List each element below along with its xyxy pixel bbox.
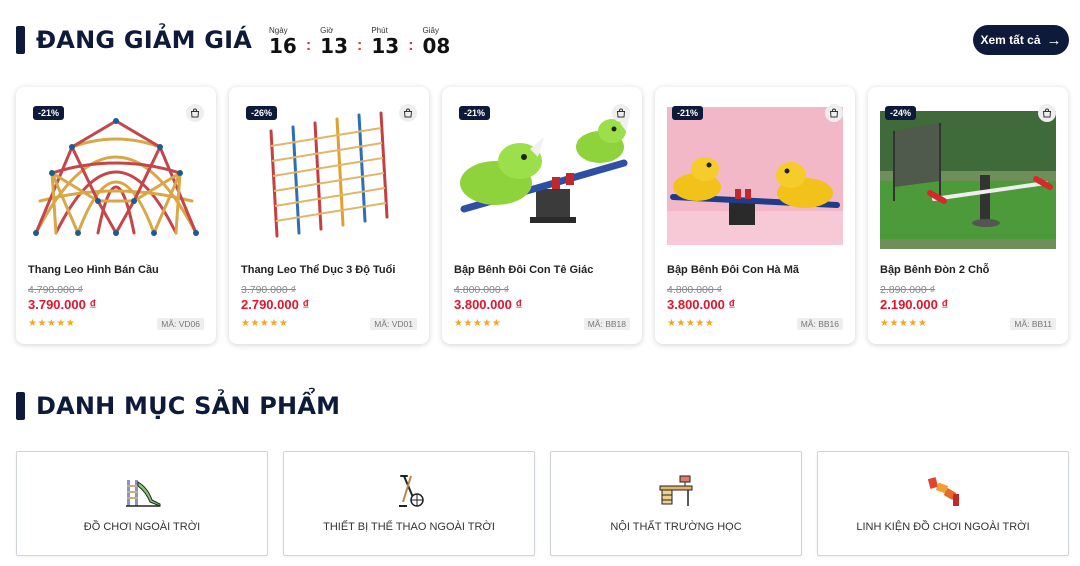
discount-badge: -21% xyxy=(33,106,65,120)
product-old-price: 2.890.000 ₫ xyxy=(880,284,936,296)
product-code: MÃ: VD01 xyxy=(370,318,417,330)
product-code: MÃ: BB18 xyxy=(583,318,630,330)
shopping-bag-icon[interactable] xyxy=(1038,104,1056,122)
product-price: 2.190.000 ₫ xyxy=(880,297,949,312)
countdown-seconds: Giây 08 xyxy=(423,26,451,57)
product-code: MÃ: VD06 xyxy=(157,318,204,330)
discount-badge: -21% xyxy=(459,106,491,120)
countdown-hours: Giờ 13 xyxy=(320,26,348,57)
product-card[interactable]: -24% Bập Bênh Đòn 2 Chỗ 2.890.000 ₫ 2.19… xyxy=(868,87,1068,344)
playground-parts-icon xyxy=(923,472,963,510)
star-rating: ★★★★★ xyxy=(241,318,289,329)
product-card[interactable]: -21% Bập Bênh Đôi Con Hà Mã 4.800.000 ₫ … xyxy=(655,87,855,344)
product-code: MÃ: BB11 xyxy=(1010,318,1056,330)
category-section-title: DANH MỤC SẢN PHẨM xyxy=(16,392,340,420)
view-all-button[interactable]: Xem tất cả → xyxy=(973,25,1069,55)
product-name[interactable]: Bập Bênh Đòn 2 Chỗ xyxy=(880,264,989,276)
product-price: 3.790.000 ₫ xyxy=(28,297,97,312)
title-accent-bar xyxy=(16,392,25,420)
discount-badge: -24% xyxy=(885,106,917,120)
countdown-separator: : xyxy=(305,37,312,54)
product-name[interactable]: Thang Leo Thể Dục 3 Độ Tuổi xyxy=(241,264,395,276)
view-all-label: Xem tất cả xyxy=(980,33,1041,47)
discount-badge: -26% xyxy=(246,106,278,120)
category-outdoor-toys[interactable]: ĐỒ CHƠI NGOÀI TRỜI xyxy=(16,451,268,556)
product-card[interactable]: -21% Thang Leo Hình Bán Cầu 4.790.000 ₫ … xyxy=(16,87,216,344)
category-label: ĐỒ CHƠI NGOÀI TRỜI xyxy=(83,521,201,533)
countdown-value: 13 xyxy=(371,34,400,58)
product-old-price: 3.790.000 ₫ xyxy=(241,284,297,296)
countdown-days: Ngày 16 xyxy=(269,26,297,57)
shopping-bag-icon[interactable] xyxy=(399,104,417,122)
product-card[interactable]: -26% Thang Leo Thể Dục 3 Độ Tuổi 3.790.0… xyxy=(229,87,429,344)
product-old-price: 4.790.000 ₫ xyxy=(28,284,84,296)
category-label: THIẾT BỊ THỂ THAO NGOÀI TRỜI xyxy=(323,521,495,533)
countdown-value: 08 xyxy=(422,34,451,58)
arrow-right-icon: → xyxy=(1046,31,1062,49)
category-school-furniture[interactable]: NỘI THẤT TRƯỜNG HỌC xyxy=(550,451,802,556)
star-rating: ★★★★★ xyxy=(28,318,76,329)
countdown-timer: Ngày 16 : Giờ 13 : Phút 13 : Giây 08 xyxy=(269,26,450,57)
sale-section-title: ĐANG GIẢM GIÁ xyxy=(16,26,252,54)
sports-equipment-icon xyxy=(389,472,429,510)
sale-product-list: -21% Thang Leo Hình Bán Cầu 4.790.000 ₫ … xyxy=(16,87,1068,344)
category-list: ĐỒ CHƠI NGOÀI TRỜI THIẾT BỊ THỂ THAO NGO… xyxy=(16,451,1069,556)
countdown-value: 16 xyxy=(269,34,297,58)
countdown-separator: : xyxy=(408,37,414,54)
category-label: NỘI THẤT TRƯỜNG HỌC xyxy=(610,521,742,533)
school-desk-icon xyxy=(656,472,696,510)
product-image-hippo-seesaw[interactable] xyxy=(667,101,843,249)
product-image-dome-climber[interactable] xyxy=(28,101,204,249)
discount-badge: -21% xyxy=(672,106,704,120)
product-code: MÃ: BB16 xyxy=(796,318,843,330)
title-accent-bar xyxy=(16,26,25,54)
product-image-rhino-seesaw[interactable] xyxy=(454,101,630,249)
product-image-climbing-ladder[interactable] xyxy=(241,101,417,249)
product-name[interactable]: Bập Bênh Đôi Con Hà Mã xyxy=(667,264,799,276)
product-old-price: 4.800.000 ₫ xyxy=(454,284,510,296)
star-rating: ★★★★★ xyxy=(667,318,715,329)
category-outdoor-sports-equipment[interactable]: THIẾT BỊ THỂ THAO NGOÀI TRỜI xyxy=(283,451,535,556)
shopping-bag-icon[interactable] xyxy=(825,104,843,122)
slide-icon xyxy=(122,472,162,510)
countdown-separator: : xyxy=(357,37,363,54)
countdown-minutes: Phút 13 xyxy=(371,26,399,57)
product-old-price: 4.800.000 ₫ xyxy=(667,284,723,296)
product-name[interactable]: Thang Leo Hình Bán Cầu xyxy=(28,264,159,276)
category-title-text: DANH MỤC SẢN PHẨM xyxy=(36,392,341,420)
star-rating: ★★★★★ xyxy=(454,318,502,329)
product-name[interactable]: Bập Bênh Đôi Con Tê Giác xyxy=(454,264,593,276)
product-image-two-seat-seesaw[interactable] xyxy=(880,101,1056,249)
category-outdoor-toy-parts[interactable]: LINH KIỆN ĐỒ CHƠI NGOÀI TRỜI xyxy=(817,451,1069,556)
sale-title-text: ĐANG GIẢM GIÁ xyxy=(36,26,253,54)
shopping-bag-icon[interactable] xyxy=(186,104,204,122)
shopping-bag-icon[interactable] xyxy=(612,104,630,122)
product-price: 3.800.000 ₫ xyxy=(454,297,523,312)
product-card[interactable]: -21% Bập Bênh Đôi Con Tê Giác 4.800.000 … xyxy=(442,87,642,344)
product-price: 2.790.000 ₫ xyxy=(241,297,310,312)
countdown-value: 13 xyxy=(320,34,349,58)
product-price: 3.800.000 ₫ xyxy=(667,297,736,312)
star-rating: ★★★★★ xyxy=(880,318,928,329)
category-label: LINH KIỆN ĐỒ CHƠI NGOÀI TRỜI xyxy=(856,521,1030,533)
